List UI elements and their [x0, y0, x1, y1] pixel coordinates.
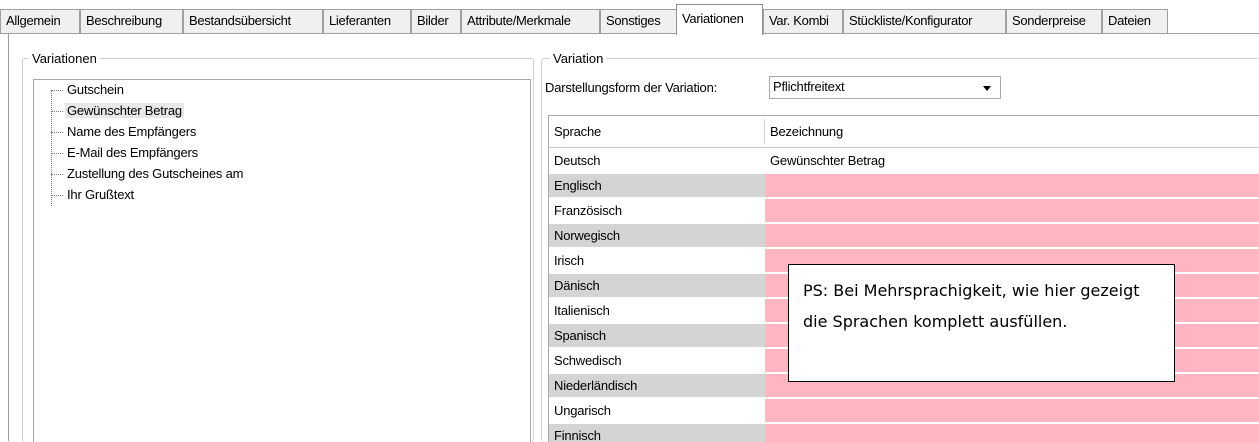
table-row[interactable]: Norwegisch — [549, 224, 1259, 248]
cell-sprache: Italienisch — [549, 299, 765, 323]
tree-item-label: Gutschein — [67, 82, 124, 97]
cell-bezeichnung[interactable] — [765, 399, 1259, 423]
tab-lieferanten[interactable]: Lieferanten — [323, 9, 411, 33]
tree-item-zustellung[interactable]: Zustellung des Gutscheines am — [51, 164, 245, 184]
tree-item-label: Ihr Grußtext — [67, 187, 134, 202]
tree-branch-line — [51, 90, 63, 92]
tree-item-name-des-empfaengers[interactable]: Name des Empfängers — [51, 122, 198, 142]
variation-group-title: Variation — [550, 51, 607, 66]
cell-sprache: Niederländisch — [549, 374, 765, 398]
tree-branch-line — [51, 153, 63, 155]
cell-sprache: Norwegisch — [549, 224, 765, 248]
cell-sprache: Schwedisch — [549, 349, 765, 373]
tree-branch-line — [51, 195, 63, 197]
tab-attribute-merkmale[interactable]: Attribute/Merkmale — [461, 9, 600, 33]
tree-item-label: Gewünschter Betrag — [65, 103, 184, 118]
tree-branch-line — [51, 174, 63, 176]
cell-sprache: Deutsch — [549, 149, 765, 173]
table-row[interactable]: Deutsch Gewünschter Betrag — [549, 149, 1259, 173]
darstellungsform-label: Darstellungsform der Variation: — [545, 80, 718, 95]
tree-item-label: Name des Empfängers — [67, 124, 197, 139]
tab-dateien[interactable]: Dateien — [1102, 9, 1168, 33]
cell-bezeichnung[interactable] — [765, 174, 1259, 198]
tab-bestandsuebersicht[interactable]: Bestandsübersicht — [183, 9, 323, 33]
column-header-sprache[interactable]: Sprache — [549, 116, 765, 147]
tab-bilder[interactable]: Bilder — [411, 9, 461, 33]
darstellungsform-value: Pflichtfreitext — [773, 79, 845, 94]
tree-item-gutschein[interactable]: Gutschein — [51, 80, 126, 100]
cell-bezeichnung[interactable] — [765, 424, 1259, 442]
tab-sonstiges[interactable]: Sonstiges — [600, 9, 677, 33]
tab-var-kombi[interactable]: Var. Kombi — [763, 9, 843, 33]
annotation-callout: PS: Bei Mehrsprachigkeit, wie hier gezei… — [788, 264, 1175, 382]
cell-sprache: Dänisch — [549, 274, 765, 298]
cell-sprache: Ungarisch — [549, 399, 765, 423]
tree-branch-line — [51, 132, 63, 134]
tree-item-ihr-grusstext[interactable]: Ihr Grußtext — [51, 185, 136, 205]
cell-sprache: Spanisch — [549, 324, 765, 348]
tab-stueckliste-konfigurator[interactable]: Stückliste/Konfigurator — [843, 9, 1006, 33]
tree-item-label: E-Mail des Empfängers — [67, 145, 198, 160]
cell-sprache: Französisch — [549, 199, 765, 223]
tree-item-gewuenschter-betrag[interactable]: Gewünschter Betrag — [51, 101, 184, 121]
table-row[interactable]: Finnisch — [549, 424, 1259, 442]
tab-variationen[interactable]: Variationen — [676, 4, 763, 35]
tree-item-email-des-empfaengers[interactable]: E-Mail des Empfängers — [51, 143, 200, 163]
cell-sprache: Irisch — [549, 249, 765, 273]
tree-branch-line — [51, 111, 63, 113]
cell-bezeichnung[interactable]: Gewünschter Betrag — [765, 149, 1259, 173]
grid-header: Sprache Bezeichnung — [549, 116, 1259, 148]
column-header-bezeichnung[interactable]: Bezeichnung — [765, 116, 1259, 147]
tab-sonderpreise[interactable]: Sonderpreise — [1006, 9, 1102, 33]
chevron-down-icon[interactable] — [983, 86, 991, 91]
cell-sprache: Finnisch — [549, 424, 765, 442]
table-row[interactable]: Französisch — [549, 199, 1259, 223]
variationen-group-title: Variationen — [29, 51, 100, 66]
variationen-tree[interactable]: Gutschein Gewünschter Betrag Name des Em… — [33, 79, 531, 442]
cell-sprache: Englisch — [549, 174, 765, 198]
table-row[interactable]: Englisch — [549, 174, 1259, 198]
tab-beschreibung[interactable]: Beschreibung — [80, 9, 183, 33]
tab-strip: Allgemein Beschreibung Bestandsübersicht… — [0, 0, 1259, 35]
table-row[interactable]: Ungarisch — [549, 399, 1259, 423]
tree-item-label: Zustellung des Gutscheines am — [67, 166, 244, 181]
darstellungsform-select[interactable]: Pflichtfreitext — [769, 76, 1001, 99]
cell-bezeichnung[interactable] — [765, 224, 1259, 248]
cell-bezeichnung[interactable] — [765, 199, 1259, 223]
tab-allgemein[interactable]: Allgemein — [0, 9, 80, 33]
